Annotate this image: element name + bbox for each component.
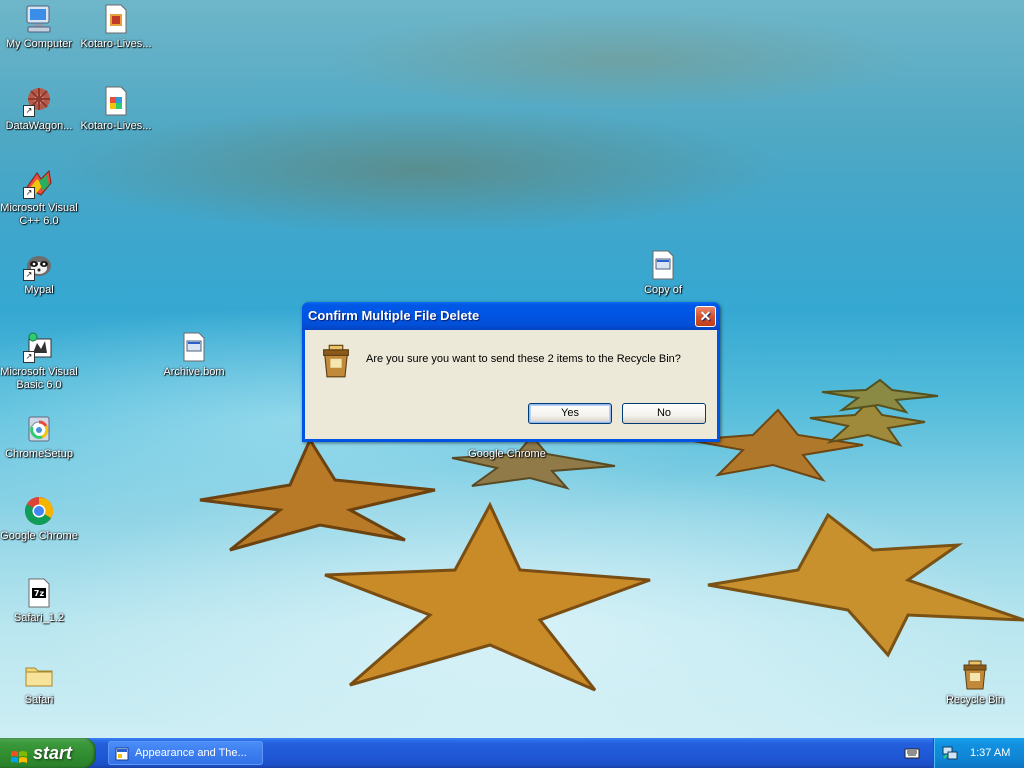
file-icon — [647, 249, 679, 281]
wallpaper-starfish — [707, 512, 1024, 658]
taskbar-item-label: Appearance and The... — [135, 747, 247, 759]
dialog-title: Confirm Multiple File Delete — [308, 308, 480, 323]
dialog-titlebar[interactable]: Confirm Multiple File Delete ✕ — [302, 302, 720, 330]
svg-text:7z: 7z — [34, 589, 45, 598]
desktop-icon-kotaro-lives-1[interactable]: Kotaro-Lives... — [77, 3, 155, 51]
desktop-icon-safari-1-2[interactable]: 7z Safari_1.2 — [0, 577, 78, 625]
close-button[interactable]: ✕ — [695, 306, 716, 327]
computer-icon — [23, 3, 55, 35]
dialog-message: Are you sure you want to send these 2 it… — [366, 353, 681, 365]
desktop-icon-kotaro-lives-2[interactable]: Kotaro-Lives... — [77, 85, 155, 133]
desktop-icon-chromesetup[interactable]: ChromeSetup — [0, 413, 78, 461]
shortcut-arrow-icon: ↗ — [23, 269, 35, 281]
recycle-bin-icon — [318, 343, 354, 379]
mypal-icon: ↗ — [23, 249, 55, 281]
control-panel-icon — [115, 746, 129, 761]
wallpaper-starfish — [199, 436, 436, 552]
system-tray: 1:37 AM — [933, 738, 1024, 768]
shortcut-arrow-icon: ↗ — [23, 105, 35, 117]
network-icon[interactable] — [942, 746, 958, 760]
windows-flag-icon — [10, 745, 28, 763]
chrome-icon — [23, 495, 55, 527]
desktop-background: My Computer Kotaro-Lives... ↗ DataWagon.… — [0, 0, 1024, 738]
close-icon: ✕ — [699, 308, 712, 324]
desktop-icon-datawagon[interactable]: ↗ DataWagon... — [0, 85, 78, 133]
desktop-icon-google-chrome[interactable]: Google Chrome — [0, 495, 78, 543]
desktop-icon-safari-folder[interactable]: Safari — [0, 659, 78, 707]
confirm-delete-dialog: Confirm Multiple File Delete ✕ Are you s… — [302, 302, 720, 442]
desktop-icon-visual-basic[interactable]: ↗ Microsoft Visual Basic 6.0 — [0, 331, 78, 392]
no-button[interactable]: No — [622, 403, 706, 424]
dialog-body: Are you sure you want to send these 2 it… — [305, 330, 717, 439]
desktop-icon-visual-cpp[interactable]: ↗ Microsoft Visual C++ 6.0 — [0, 167, 78, 228]
setup-icon — [23, 413, 55, 445]
shortcut-arrow-icon: ↗ — [23, 351, 35, 363]
start-label: start — [33, 743, 73, 763]
visual-cpp-icon: ↗ — [23, 167, 55, 199]
folder-icon — [23, 659, 55, 691]
clock[interactable]: 1:37 AM — [970, 738, 1010, 768]
document-icon — [100, 3, 132, 35]
document-icon — [100, 85, 132, 117]
7z-archive-icon: 7z — [23, 577, 55, 609]
file-icon — [178, 331, 210, 363]
desktop-icon-my-computer[interactable]: My Computer — [0, 3, 78, 51]
taskbar-item-appearance-and-themes[interactable]: Appearance and The... — [108, 741, 263, 765]
start-button[interactable]: start — [0, 738, 96, 768]
desktop-icon-archive-bom[interactable]: Archive.bom — [155, 331, 233, 379]
visual-basic-icon: ↗ — [23, 331, 55, 363]
wallpaper-starfish — [821, 378, 939, 414]
keyboard-icon[interactable] — [904, 746, 920, 760]
taskbar: start Appearance and The... 1:37 AM — [0, 738, 1024, 768]
datawagon-icon: ↗ — [23, 85, 55, 117]
shortcut-arrow-icon: ↗ — [23, 187, 35, 199]
desktop-icon-copy-of[interactable]: Copy of — [624, 249, 702, 297]
yes-button[interactable]: Yes — [528, 403, 612, 424]
recycle-bin-icon — [959, 659, 991, 691]
desktop-icon-mypal[interactable]: ↗ Mypal — [0, 249, 78, 297]
desktop-icon-recycle-bin[interactable]: Recycle Bin — [936, 659, 1014, 707]
